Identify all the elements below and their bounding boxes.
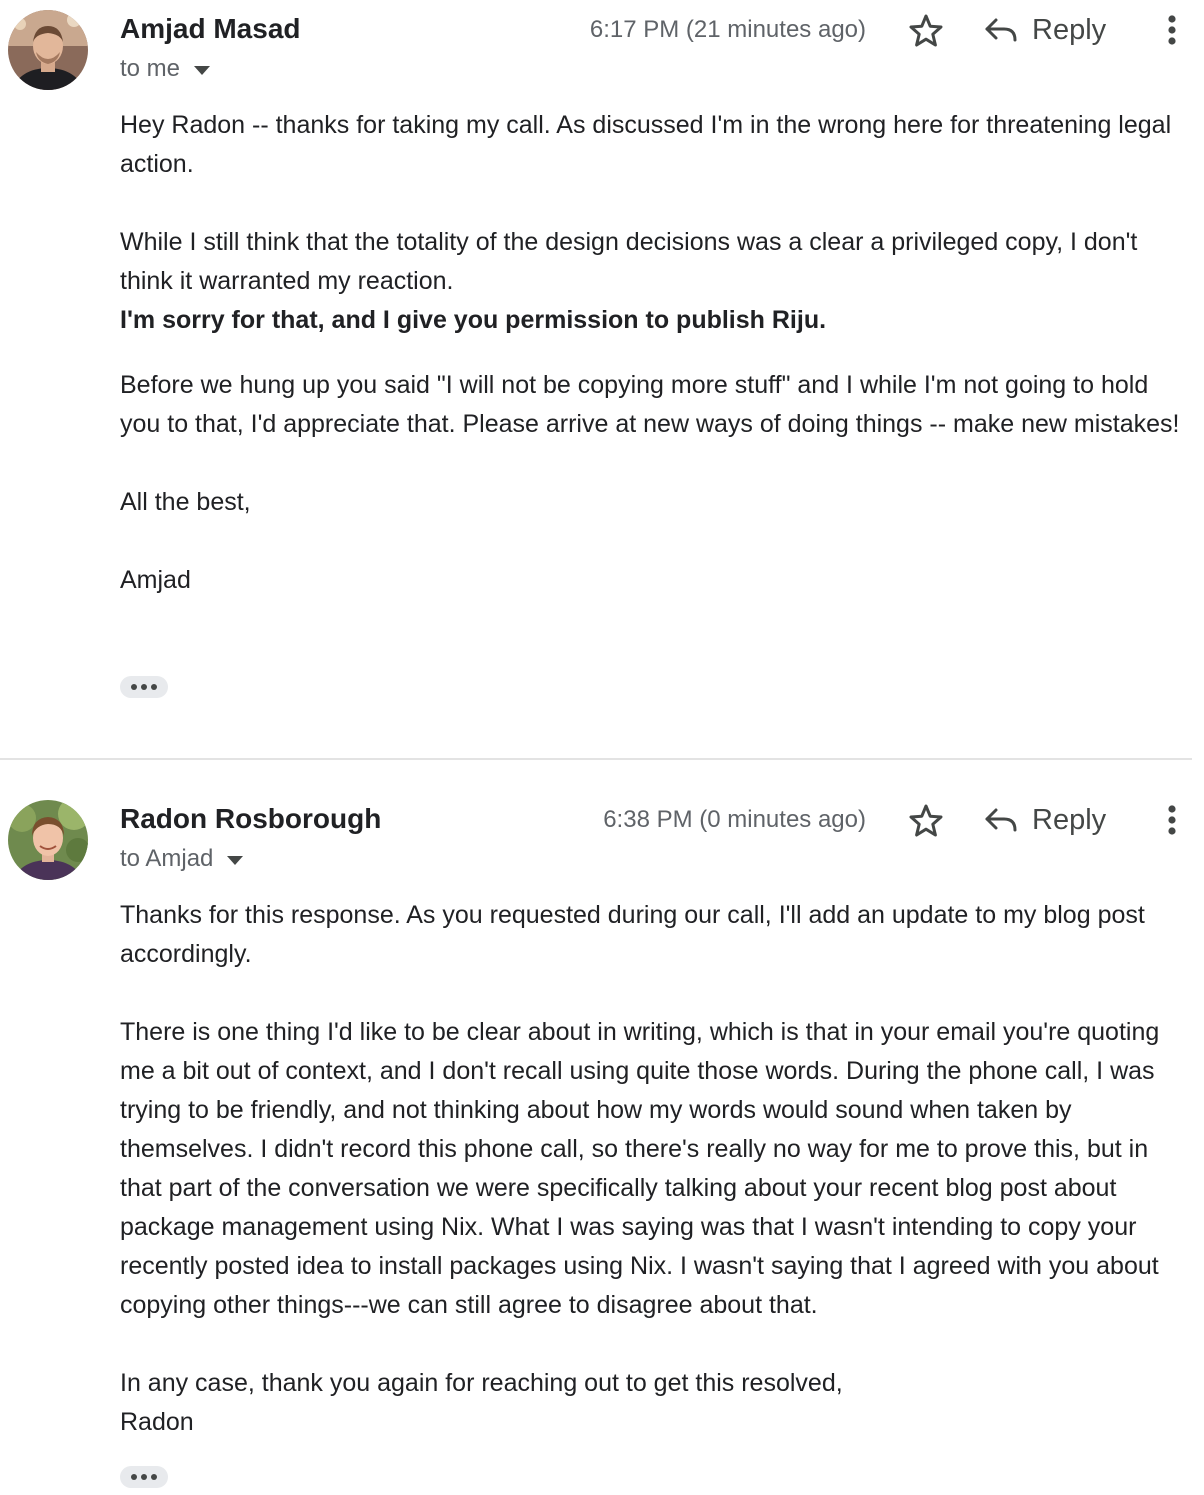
body-signature: Amjad (120, 566, 191, 594)
reply-button[interactable]: Reply (984, 799, 1106, 841)
recipient-label: to me (120, 55, 181, 82)
message-body: Thanks for this response. As you request… (120, 896, 1195, 1442)
sender-avatar[interactable] (8, 800, 88, 880)
body-paragraph: Hey Radon -- thanks for taking my call. … (120, 111, 1172, 178)
recipient-label: to Amjad (120, 845, 214, 872)
show-trimmed-content-button[interactable] (120, 676, 168, 698)
recipient-details-toggle[interactable]: to Amjad (120, 843, 244, 875)
show-trimmed-content-button[interactable] (120, 1466, 168, 1488)
message-body: Hey Radon -- thanks for taking my call. … (120, 106, 1195, 600)
dot (141, 684, 147, 690)
dot (151, 1474, 157, 1480)
star-icon[interactable] (906, 801, 946, 841)
sender-name[interactable]: Amjad Masad (120, 12, 301, 46)
reply-label: Reply (1032, 804, 1107, 836)
body-signoff: All the best, (120, 488, 251, 516)
email-message: Radon Rosborough to Amjad 6:38 PM (0 min… (0, 790, 1204, 1495)
body-paragraph-bold: I'm sorry for that, and I give you permi… (120, 306, 827, 334)
message-timestamp: 6:38 PM (0 minutes ago) (603, 806, 866, 833)
body-signature: Radon (120, 1408, 194, 1436)
message-timestamp: 6:17 PM (21 minutes ago) (589, 16, 866, 43)
sender-avatar[interactable] (8, 10, 88, 90)
body-paragraph: In any case, thank you again for reachin… (120, 1369, 843, 1397)
dot (141, 1474, 147, 1480)
body-paragraph: Thanks for this response. As you request… (120, 901, 1145, 968)
recipient-details-toggle[interactable]: to me (120, 53, 211, 85)
star-icon[interactable] (906, 11, 946, 51)
more-options-icon[interactable] (1156, 10, 1188, 50)
reply-label: Reply (1032, 14, 1107, 46)
dot (131, 1474, 137, 1480)
dot (131, 684, 137, 690)
body-paragraph: There is one thing I'd like to be clear … (120, 1018, 1160, 1319)
more-options-icon[interactable] (1156, 800, 1188, 840)
chevron-down-icon (194, 65, 211, 75)
body-paragraph: Before we hung up you said "I will not b… (120, 371, 1180, 438)
chevron-down-icon (227, 855, 244, 865)
body-paragraph: While I still think that the totality of… (120, 228, 1138, 295)
reply-icon (985, 18, 1017, 42)
message-divider (0, 758, 1192, 760)
dot (151, 684, 157, 690)
reply-icon (985, 808, 1017, 832)
reply-button[interactable]: Reply (984, 9, 1106, 51)
sender-name[interactable]: Radon Rosborough (120, 802, 381, 836)
email-message: Amjad Masad to me 6:17 PM (21 minutes ag… (0, 0, 1204, 758)
